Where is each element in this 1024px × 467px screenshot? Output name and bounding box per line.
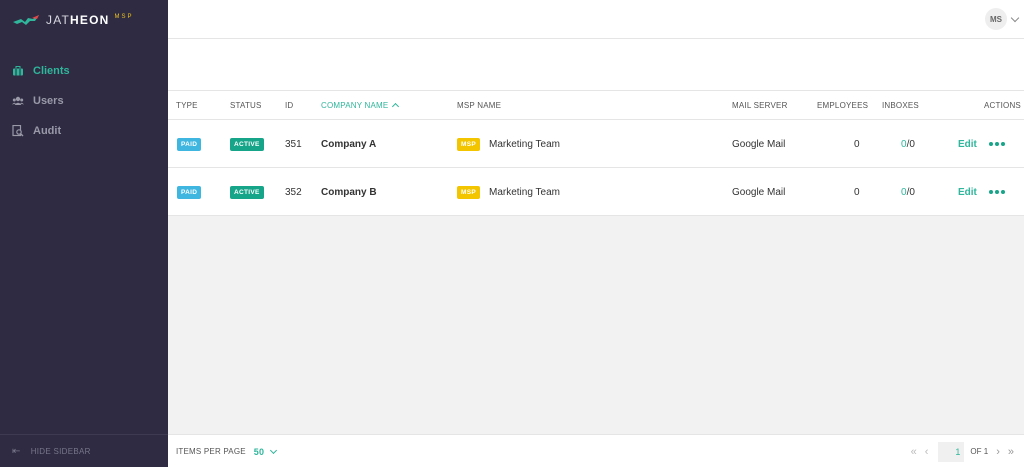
column-header-mail-server[interactable]: MAIL SERVER <box>732 91 788 120</box>
items-per-page-select[interactable]: 50 <box>254 447 264 457</box>
sort-ascending-icon <box>392 102 400 111</box>
brand-suffix: MSP <box>114 14 134 20</box>
paid-badge: PAID <box>177 185 202 199</box>
column-header-id[interactable]: ID <box>285 91 293 120</box>
msp-badge: MSP <box>457 185 480 199</box>
sidebar-item-audit[interactable]: Audit <box>0 116 168 146</box>
inboxes-cell: 0/0 <box>901 168 915 216</box>
jatheon-logo-icon <box>13 15 39 25</box>
next-page-icon[interactable]: › <box>996 446 1000 458</box>
msp-name-cell: MSP Marketing Team <box>457 168 560 216</box>
column-header-msp-name[interactable]: MSP NAME <box>457 91 501 120</box>
avatar[interactable]: MS <box>985 8 1007 30</box>
inboxes-cell: 0/0 <box>901 120 915 168</box>
paid-badge: PAID <box>177 137 202 151</box>
audit-icon <box>12 125 24 137</box>
hide-sidebar-button[interactable]: ⇤ HIDE SIDEBAR <box>0 434 168 467</box>
sidebar-item-users[interactable]: Users <box>0 86 168 116</box>
edit-button[interactable]: Edit <box>958 139 977 150</box>
page-count: OF 1 <box>970 447 989 456</box>
column-header-actions: ACTIONS <box>984 101 1021 110</box>
collapse-left-icon: ⇤ <box>12 445 21 457</box>
chevron-down-icon[interactable] <box>270 446 278 454</box>
table-footer: ITEMS PER PAGE 50 « ‹ 1 OF 1 › » <box>168 434 1024 467</box>
current-page-input[interactable]: 1 <box>938 441 965 462</box>
prev-page-icon[interactable]: ‹ <box>925 446 929 458</box>
sidebar-nav: Clients Users Audit <box>0 56 168 146</box>
column-header-label: COMPANY NAME <box>321 101 389 110</box>
top-bar: MS <box>168 0 1024 39</box>
mail-server-cell: Google Mail <box>732 138 786 150</box>
more-options-icon[interactable] <box>988 142 1005 146</box>
column-header-employees[interactable]: EMPLOYEES <box>817 91 868 120</box>
msp-name: Marketing Team <box>489 186 560 198</box>
column-header-inboxes[interactable]: INBOXES <box>882 91 919 120</box>
more-options-icon[interactable] <box>988 190 1005 194</box>
table-row[interactable]: PAID ACTIVE 352 Company B MSP Marketing … <box>168 168 1024 216</box>
brand-name: JATHEON <box>46 13 110 27</box>
briefcase-icon <box>13 66 23 76</box>
users-icon <box>12 96 24 105</box>
type-cell: PAID <box>177 120 202 168</box>
id-cell: 352 <box>285 186 302 198</box>
table-header: TYPE STATUS ID COMPANY NAME MSP NAME MAI… <box>168 91 1024 120</box>
toolbar-area <box>168 39 1024 91</box>
edit-button[interactable]: Edit <box>958 187 977 198</box>
status-badge: ACTIVE <box>230 137 264 151</box>
inboxes-total: /0 <box>906 138 915 150</box>
column-header-type[interactable]: TYPE <box>176 91 198 120</box>
actions-cell: Edit <box>958 120 1005 168</box>
mail-server-cell: Google Mail <box>732 186 786 198</box>
sidebar: JATHEON MSP Clients Users Audit ⇤ HIDE S… <box>0 0 168 467</box>
sidebar-item-clients[interactable]: Clients <box>0 56 168 86</box>
first-page-icon[interactable]: « <box>911 446 917 458</box>
sidebar-item-label: Audit <box>33 125 62 137</box>
column-header-company-name[interactable]: COMPANY NAME <box>321 91 400 120</box>
last-page-icon[interactable]: » <box>1008 446 1014 458</box>
employees-cell: 0 <box>854 138 860 150</box>
column-header-status[interactable]: STATUS <box>230 91 262 120</box>
sidebar-item-label: Clients <box>33 65 70 77</box>
company-name-cell[interactable]: Company B <box>321 168 377 216</box>
type-cell: PAID <box>177 168 202 216</box>
clients-table: TYPE STATUS ID COMPANY NAME MSP NAME MAI… <box>168 91 1024 216</box>
actions-cell: Edit <box>958 168 1005 216</box>
items-per-page: ITEMS PER PAGE 50 <box>176 435 278 467</box>
logo[interactable]: JATHEON MSP <box>0 0 168 40</box>
msp-name-cell: MSP Marketing Team <box>457 120 560 168</box>
table-row[interactable]: PAID ACTIVE 351 Company A MSP Marketing … <box>168 120 1024 168</box>
id-cell: 351 <box>285 138 302 150</box>
msp-name: Marketing Team <box>489 138 560 150</box>
hide-sidebar-label: HIDE SIDEBAR <box>30 446 91 456</box>
sidebar-item-label: Users <box>33 95 64 107</box>
status-cell: ACTIVE <box>230 120 264 168</box>
items-per-page-label: ITEMS PER PAGE <box>176 447 246 456</box>
msp-badge: MSP <box>457 137 480 151</box>
pagination: « ‹ 1 OF 1 › » <box>907 435 1018 467</box>
inboxes-total: /0 <box>906 186 915 198</box>
employees-cell: 0 <box>854 186 860 198</box>
company-name-cell[interactable]: Company A <box>321 120 376 168</box>
chevron-down-icon[interactable] <box>1010 13 1020 23</box>
status-badge: ACTIVE <box>230 185 264 199</box>
status-cell: ACTIVE <box>230 168 264 216</box>
